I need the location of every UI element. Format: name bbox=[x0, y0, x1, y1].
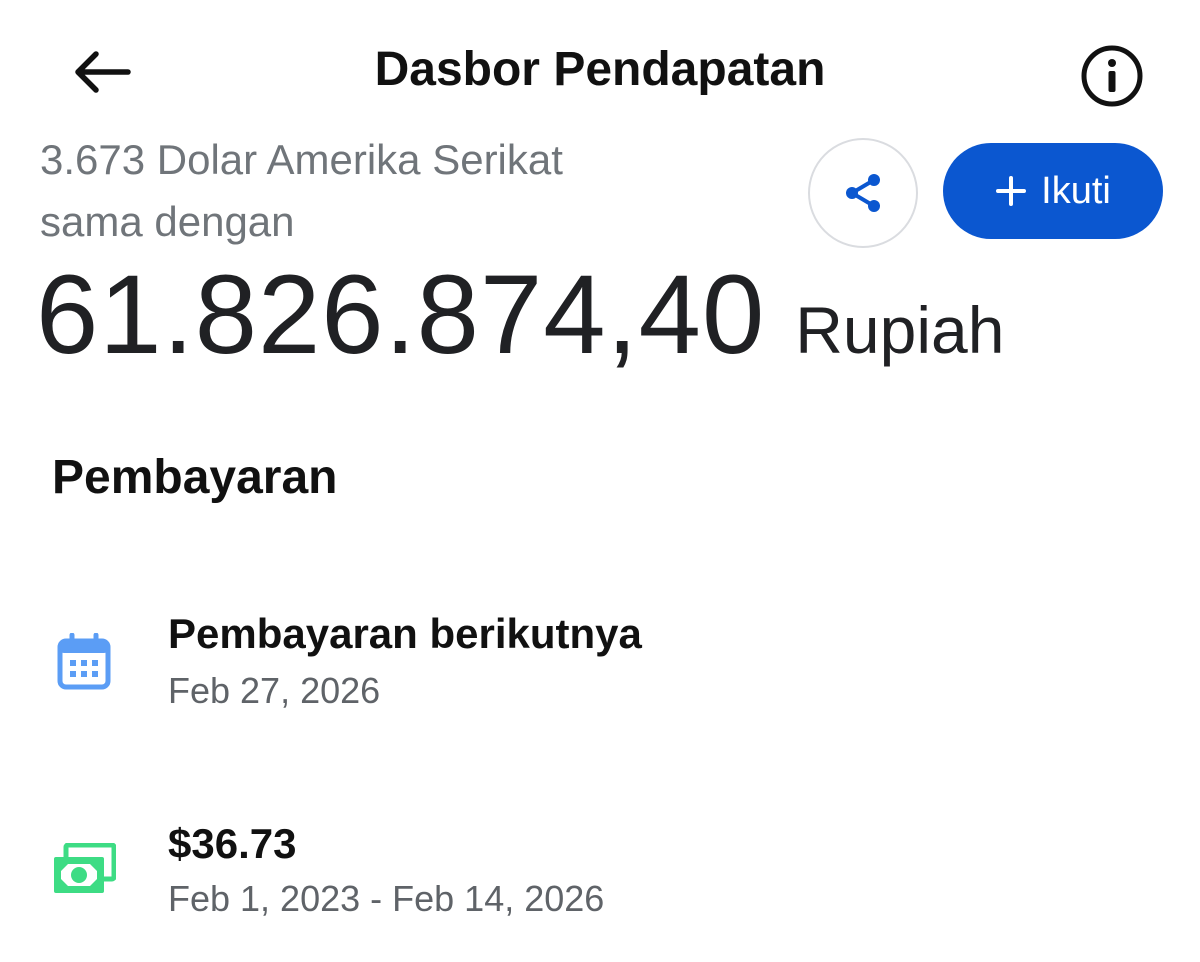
cash-icon bbox=[52, 838, 116, 902]
plus-icon bbox=[996, 176, 1027, 206]
page-title: Dasbor Pendapatan bbox=[374, 43, 826, 96]
share-button[interactable] bbox=[808, 138, 918, 248]
arrow-left-icon bbox=[75, 51, 131, 93]
amount-unit: Rupiah bbox=[795, 293, 1005, 367]
payment-history-item[interactable]: $36.73 Feb 1, 2023 - Feb 14, 2026 bbox=[0, 808, 1200, 928]
amount-value: 61.826.874,40 bbox=[36, 252, 766, 377]
converted-amount: 61.826.874,40 Rupiah bbox=[36, 250, 1004, 379]
info-icon bbox=[1081, 45, 1143, 107]
top-app-bar: Dasbor Pendapatan bbox=[0, 0, 1200, 140]
share-icon bbox=[846, 174, 880, 212]
calendar-icon bbox=[52, 630, 116, 694]
follow-label: Ikuti bbox=[1041, 169, 1111, 212]
follow-button[interactable]: Ikuti bbox=[943, 143, 1163, 239]
payment-amount: $36.73 bbox=[168, 820, 297, 867]
payment-period: Feb 1, 2023 - Feb 14, 2026 bbox=[168, 878, 605, 919]
conversion-source: 3.673 Dolar Amerika Serikat bbox=[40, 136, 563, 183]
conversion-connector: sama dengan bbox=[40, 198, 295, 245]
back-button[interactable] bbox=[66, 40, 138, 104]
payments-section-title: Pembayaran bbox=[52, 451, 338, 504]
info-button[interactable] bbox=[1076, 40, 1148, 112]
next-payment-item[interactable]: Pembayaran berikutnya Feb 27, 2026 bbox=[0, 600, 1200, 720]
next-payment-title: Pembayaran berikutnya bbox=[168, 610, 642, 657]
next-payment-date: Feb 27, 2026 bbox=[168, 670, 381, 711]
